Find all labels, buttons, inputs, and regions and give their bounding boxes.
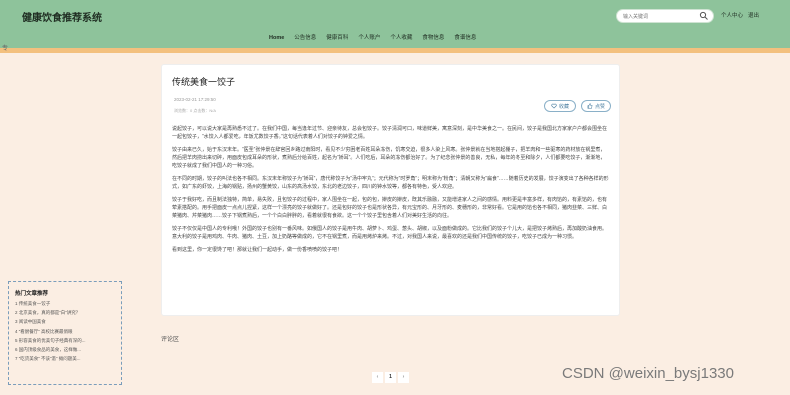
article-paragraph: 说起饺子，可以说大家是再熟悉不过了。在我们中国，每当逢年过节、迎亲待友，总会包饺… [172,126,608,140]
article-paragraph: 在不同的时期，饺子的叫法也各不相同。东汉末年称饺子为“娇耳”，唐代称饺子为“汤中… [172,176,609,190]
thumbs-up-icon [587,103,593,109]
nav-personal-favorites[interactable]: 个人收藏 [385,30,417,46]
nav-announcements[interactable]: 公告信息 [289,30,321,46]
comment-section-label: 评论区 [161,337,180,343]
nav-home[interactable]: Home [264,30,289,46]
hot-article-item[interactable]: 7 “吃货美食” 不该“滥” 摊问题美... [15,354,119,363]
top-header: 健康饮食推荐系统 个人中心 退出 Home 公告信息 健康百科 个人账户 个人收… [0,0,790,48]
nav-personal-account[interactable]: 个人账户 [353,30,385,46]
nav-food-info[interactable]: 食物信息 [417,30,449,46]
hot-article-item[interactable]: 4 “看厨餐厅” 高校比赛最俏眼 [15,327,119,336]
like-label: 点赞 [594,103,605,110]
pagination: ‹ 1 › [372,372,409,383]
left-edge-mark: 专 [2,46,9,52]
main-nav: Home 公告信息 健康百科 个人账户 个人收藏 食物信息 食谱信息 [264,30,481,46]
hot-articles-panel: 热门文章推荐 1 传统美食一饺子 2 北京美食，真的都是“白”讲究？ 3 阅读中… [8,281,122,385]
pager-prev-button[interactable]: ‹ [372,372,383,383]
nav-recipe-info[interactable]: 食谱信息 [449,30,481,46]
accent-bar [0,48,790,53]
article-paragraph: 饺子于我好吃，而且制法独特，简单，易失败，且包饺子的过程中，家人围坐在一起，包的… [172,197,608,219]
watermark: CSDN @weixin_bysj1330 [562,365,734,382]
like-button[interactable]: 点赞 [581,100,611,112]
hot-article-item[interactable]: 5 形容美食的优美句子经典有深的... [15,336,119,345]
logout-link[interactable]: 退出 [748,11,759,19]
article-paragraph: 饺子不仅仅是中国人的专利哦！外国的饺子也别有一番风味。如俄国人的饺子是用牛肉、胡… [172,226,608,240]
nav-health-encyclopedia[interactable]: 健康百科 [321,30,353,46]
hot-articles-title: 热门文章推荐 [15,291,49,297]
personal-center-link[interactable]: 个人中心 [721,11,743,19]
hot-articles-list: 1 传统美食一饺子 2 北京美食，真的都是“白”讲究？ 3 阅读中国美食 4 “… [15,299,119,363]
article-paragraph: 饺子由来已久，始于东汉末年。“医圣”张仲景在辞官回乡路过南阳时，看见不少穷困老百… [172,147,606,169]
site-title: 健康饮食推荐系统 [22,13,102,24]
search-input[interactable] [623,11,695,22]
article-stats: 浏览数：0 点击数：N/A [174,108,217,113]
favorite-button[interactable]: 收藏 [544,100,576,112]
hot-article-item[interactable]: 1 传统美食一饺子 [15,299,119,308]
hot-article-item[interactable]: 3 阅读中国美食 [15,317,119,326]
pager-current-page[interactable]: 1 [385,372,396,383]
article-paragraph: 看到这里，你一定很馋了吧！那就让我们一起动手，做一份香喷喷的饺子吧！ [172,247,343,253]
hot-article-item[interactable]: 6 国内顶级食品的美食，这样做... [15,345,119,354]
article-title: 传统美食一饺子 [172,77,236,87]
hot-article-item[interactable]: 2 北京美食，真的都是“白”讲究？ [15,308,119,317]
article-card: 传统美食一饺子 2023-02-21 17:29:50 浏览数：0 点击数：N/… [161,64,620,316]
heart-icon [551,103,557,109]
pager-next-button[interactable]: › [398,372,409,383]
search-icon[interactable] [699,11,709,21]
article-date: 2023-02-21 17:29:50 [174,97,216,102]
favorite-label: 收藏 [558,103,569,110]
article-body: 说起饺子，可以说大家是再熟悉不过了。在我们中国，每当逢年过节、迎亲待友，总会包饺… [172,125,610,259]
search-box[interactable] [616,9,714,23]
